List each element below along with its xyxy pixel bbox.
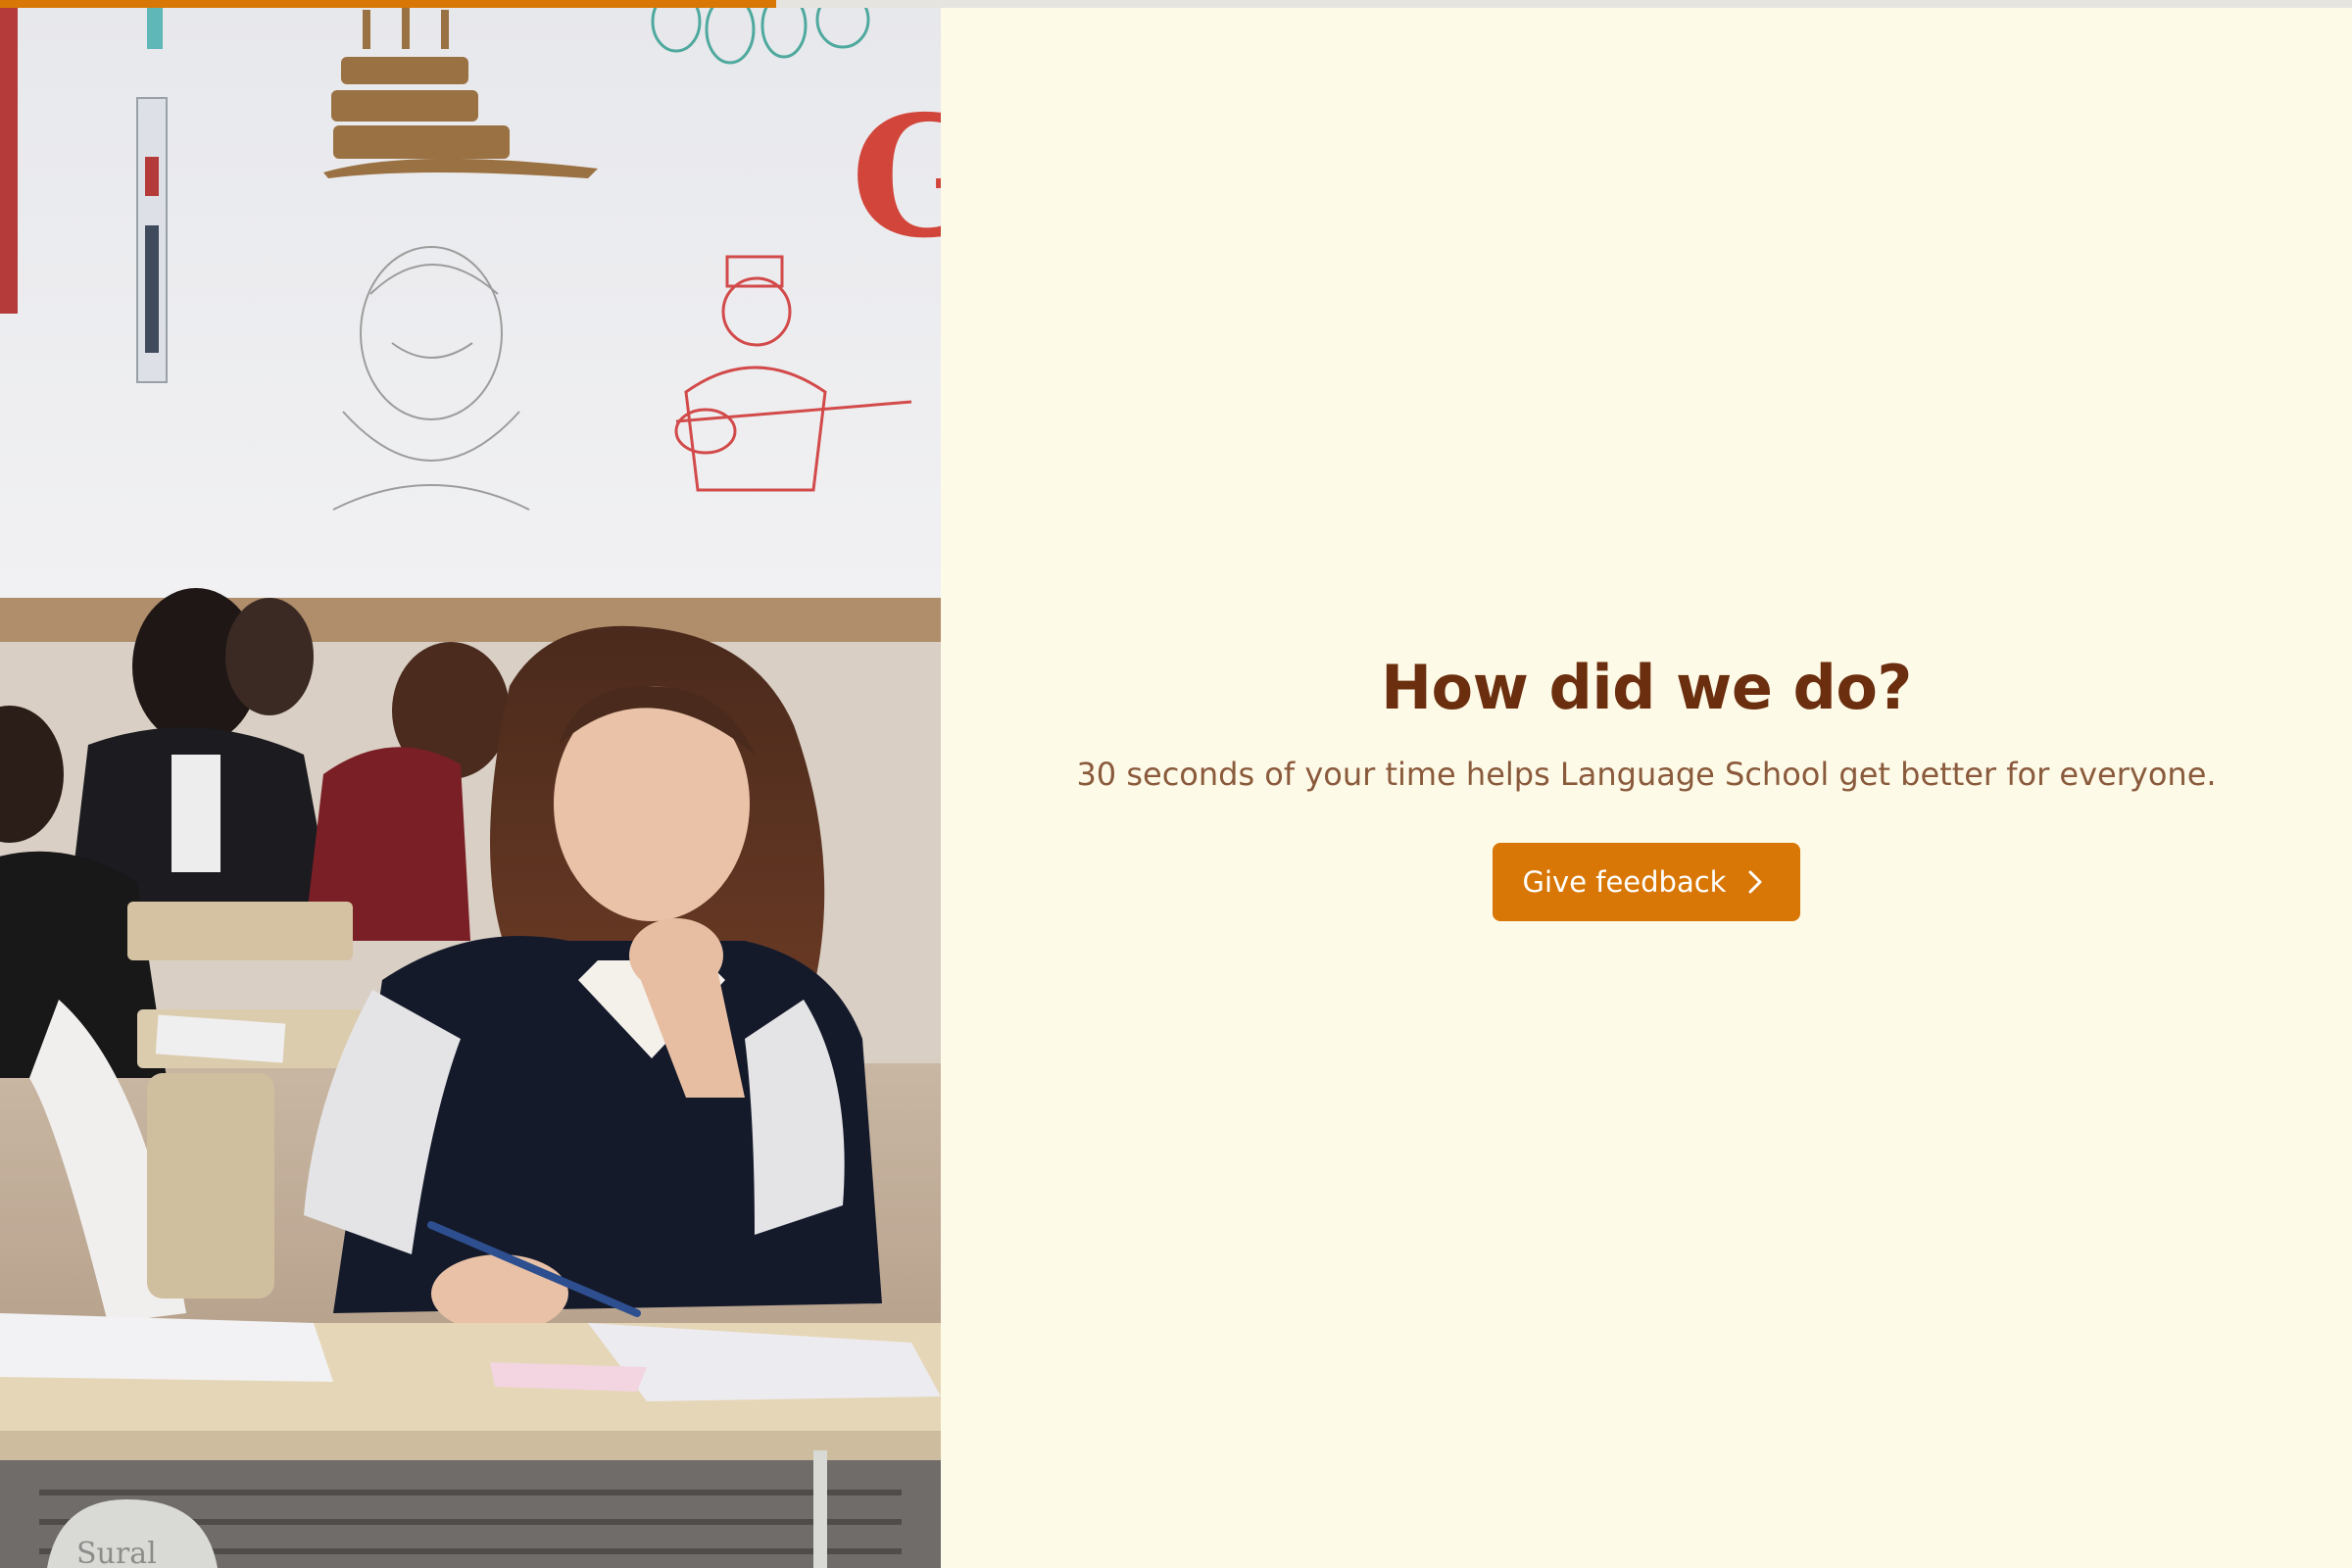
page-subtitle: 30 seconds of your time helps Language S… (1076, 756, 2217, 793)
give-feedback-button[interactable]: Give feedback (1492, 843, 1801, 921)
progress-bar-fill (0, 0, 776, 8)
feedback-content: How did we do? 30 seconds of your time h… (941, 651, 2352, 921)
hero-image: G Sural (0, 0, 941, 1568)
progress-bar (0, 0, 2352, 8)
give-feedback-label: Give feedback (1522, 865, 1727, 899)
wall-letter: G (851, 79, 941, 275)
desk-brand-label: Sural (76, 1537, 157, 1568)
feedback-panel: How did we do? 30 seconds of your time h… (941, 0, 2352, 1568)
page-title: How did we do? (1381, 652, 1912, 723)
chevron-right-icon (1747, 869, 1763, 895)
